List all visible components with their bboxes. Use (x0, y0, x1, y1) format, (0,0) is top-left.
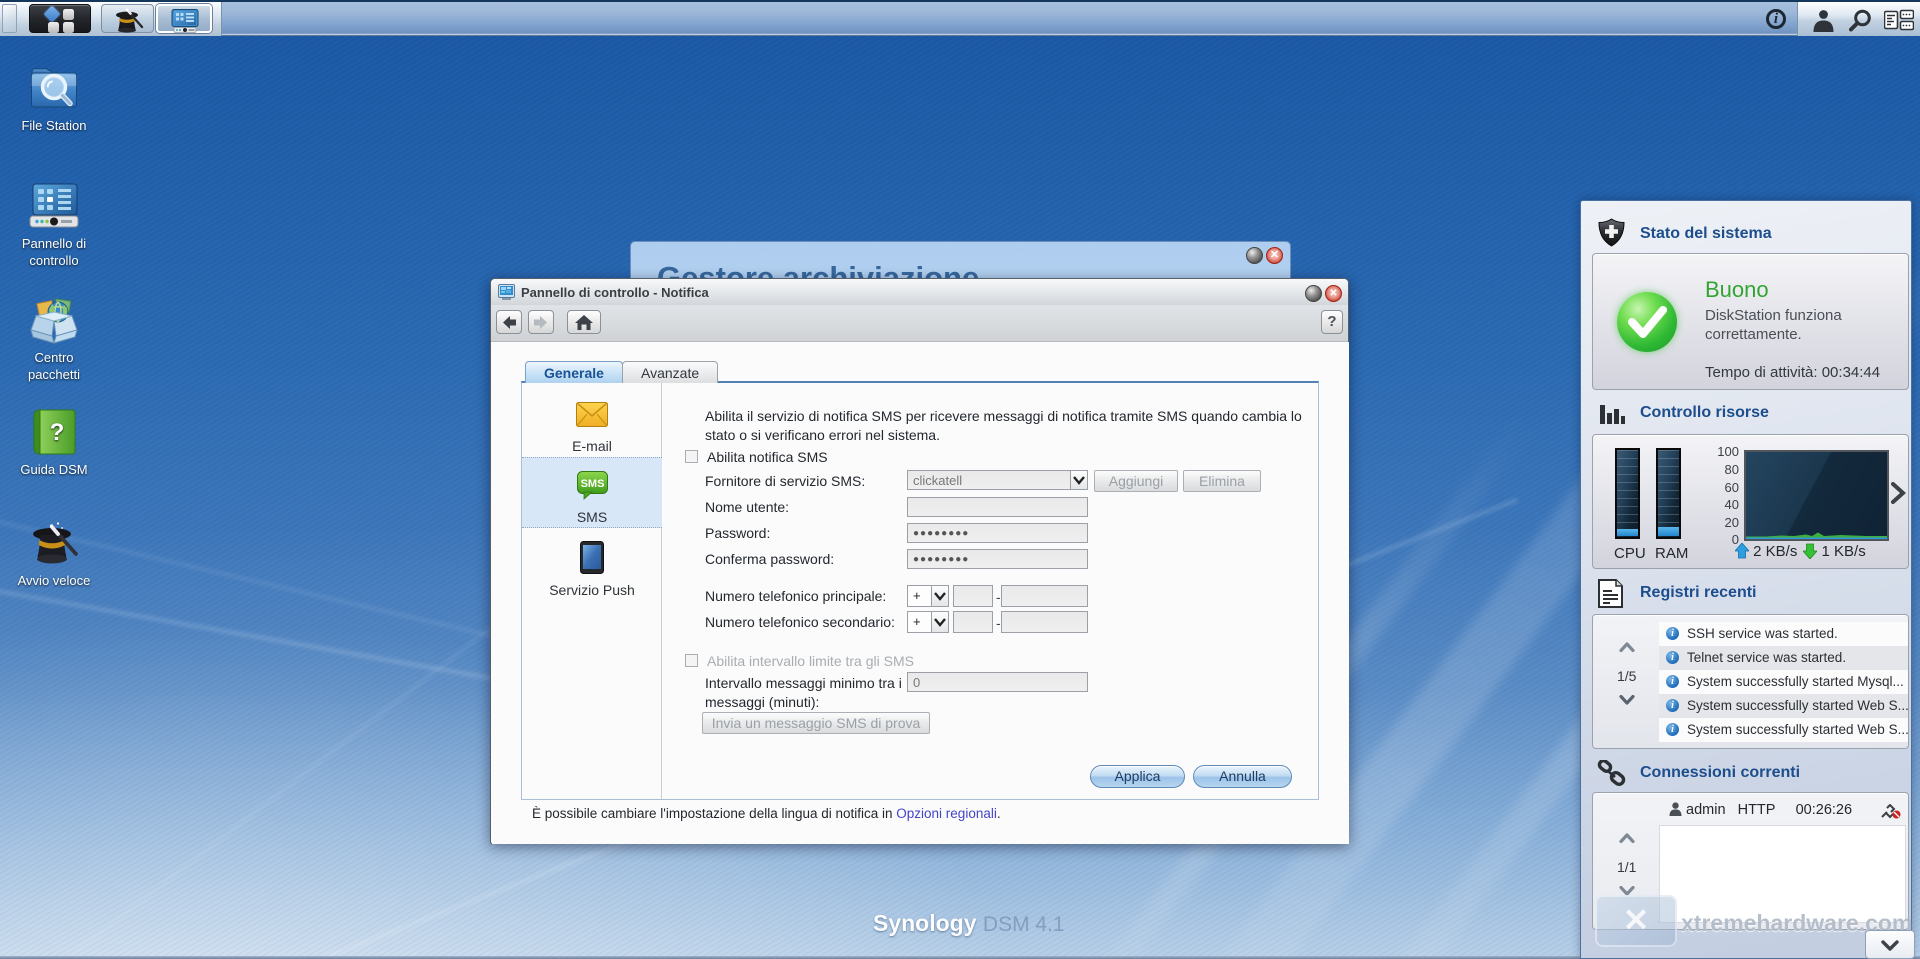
svg-text:?: ? (50, 419, 65, 446)
svg-text:SMS: SMS (580, 478, 604, 490)
